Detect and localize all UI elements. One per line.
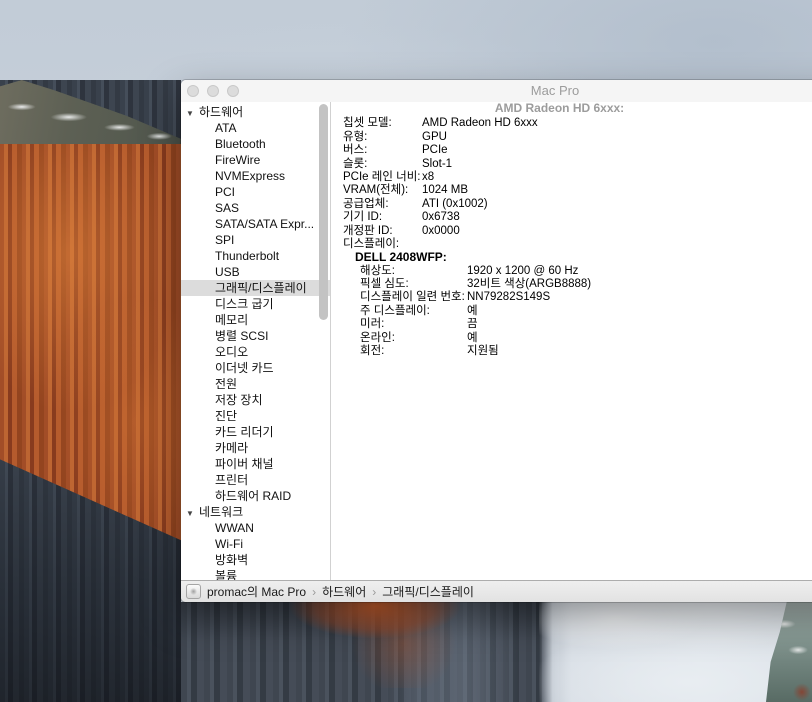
sidebar-item-camera[interactable]: 카메라 [181, 440, 330, 456]
sidebar-item-usb[interactable]: USB [181, 264, 330, 280]
row-bus: 버스:PCIe [331, 144, 812, 157]
sidebar: ▼하드웨어 ATA Bluetooth FireWire NVMExpress … [181, 102, 331, 580]
row-pixel-depth: 픽셀 심도:32비트 색상(ARGB8888) [331, 278, 812, 291]
sidebar-item-graphics-displays[interactable]: 그래픽/디스플레이 [181, 280, 331, 296]
wallpaper-cliff [0, 80, 181, 702]
row-chipset-model: 칩셋 모델:AMD Radeon HD 6xxx [331, 117, 812, 130]
sidebar-item-thunderbolt[interactable]: Thunderbolt [181, 248, 330, 264]
row-revision-id: 개정판 ID:0x0000 [331, 225, 812, 238]
chevron-right-icon: › [312, 585, 316, 599]
sidebar-item-hardware-raid[interactable]: 하드웨어 RAID [181, 488, 330, 504]
sidebar-scrollbar-thumb[interactable] [319, 104, 328, 320]
breadcrumb-bar: promac의 Mac Pro › 하드웨어 › 그래픽/디스플레이 [181, 580, 812, 602]
row-device-id: 기기 ID:0x6738 [331, 211, 812, 224]
sidebar-item-ethernet-cards[interactable]: 이더넷 카드 [181, 360, 330, 376]
display-title: DELL 2408WFP: [331, 251, 812, 264]
sidebar-item-sata[interactable]: SATA/SATA Expr... [181, 216, 330, 232]
row-online: 온라인:예 [331, 332, 812, 345]
sidebar-item-card-reader[interactable]: 카드 리더기 [181, 424, 330, 440]
detail-pane: AMD Radeon HD 6xxx: 칩셋 모델:AMD Radeon HD … [331, 102, 812, 580]
breadcrumb-graphics-displays[interactable]: 그래픽/디스플레이 [382, 583, 474, 600]
row-pcie-lane-width: PCIe 레인 너비:x8 [331, 171, 812, 184]
sidebar-item-pci[interactable]: PCI [181, 184, 330, 200]
row-vram: VRAM(전체):1024 MB [331, 184, 812, 197]
sidebar-item-bluetooth[interactable]: Bluetooth [181, 136, 330, 152]
row-type: 유형:GPU [331, 131, 812, 144]
sidebar-item-nvmexpress[interactable]: NVMExpress [181, 168, 330, 184]
system-information-window: Mac Pro ▼하드웨어 ATA Bluetooth FireWire NVM… [181, 80, 812, 602]
row-displays-group: 디스플레이: [331, 238, 812, 251]
sidebar-item-printers[interactable]: 프린터 [181, 472, 330, 488]
chevron-right-icon: › [372, 585, 376, 599]
sidebar-item-diagnostics[interactable]: 진단 [181, 408, 330, 424]
row-main-display: 주 디스플레이:예 [331, 305, 812, 318]
row-slot: 슬롯:Slot-1 [331, 158, 812, 171]
titlebar[interactable]: Mac Pro [181, 80, 812, 103]
window-body: ▼하드웨어 ATA Bluetooth FireWire NVMExpress … [181, 102, 812, 580]
sidebar-group-label: 네트워크 [199, 505, 243, 519]
disclosure-triangle-icon[interactable]: ▼ [181, 506, 199, 522]
row-rotation: 회전:지원됨 [331, 345, 812, 358]
sidebar-item-audio[interactable]: 오디오 [181, 344, 330, 360]
sidebar-item-parallel-scsi[interactable]: 병렬 SCSI [181, 328, 330, 344]
sidebar-item-wifi[interactable]: Wi-Fi [181, 536, 330, 552]
sidebar-group-network[interactable]: ▼네트워크 [181, 504, 330, 520]
sidebar-item-fibre-channel[interactable]: 파이버 채널 [181, 456, 330, 472]
breadcrumb-computer[interactable]: promac의 Mac Pro [207, 583, 306, 600]
window-title: Mac Pro [181, 80, 812, 102]
sidebar-item-firewire[interactable]: FireWire [181, 152, 330, 168]
sidebar-item-memory[interactable]: 메모리 [181, 312, 330, 328]
row-mirror: 미러:끔 [331, 318, 812, 331]
section-title: AMD Radeon HD 6xxx: [331, 102, 812, 115]
sidebar-item-power[interactable]: 전원 [181, 376, 330, 392]
row-vendor: 공급업체:ATI (0x1002) [331, 198, 812, 211]
sidebar-item-storage[interactable]: 저장 장치 [181, 392, 330, 408]
row-resolution: 해상도:1920 x 1200 @ 60 Hz [331, 265, 812, 278]
wallpaper-bottom [181, 602, 812, 702]
sidebar-item-volumes[interactable]: 볼륨 [181, 568, 330, 580]
wallpaper-bottom-orange-glow [241, 602, 521, 688]
breadcrumb-hardware[interactable]: 하드웨어 [322, 583, 366, 600]
sidebar-item-firewall[interactable]: 방화벽 [181, 552, 330, 568]
sidebar-item-sas[interactable]: SAS [181, 200, 330, 216]
sidebar-item-ata[interactable]: ATA [181, 120, 330, 136]
sidebar-item-spi[interactable]: SPI [181, 232, 330, 248]
sidebar-item-disc-burning[interactable]: 디스크 굽기 [181, 296, 330, 312]
property-list: AMD Radeon HD 6xxx: 칩셋 모델:AMD Radeon HD … [331, 102, 812, 358]
row-display-serial: 디스플레이 일련 번호:NN79282S149S [331, 291, 812, 304]
mac-pro-icon [186, 584, 201, 599]
sidebar-item-wwan[interactable]: WWAN [181, 520, 330, 536]
